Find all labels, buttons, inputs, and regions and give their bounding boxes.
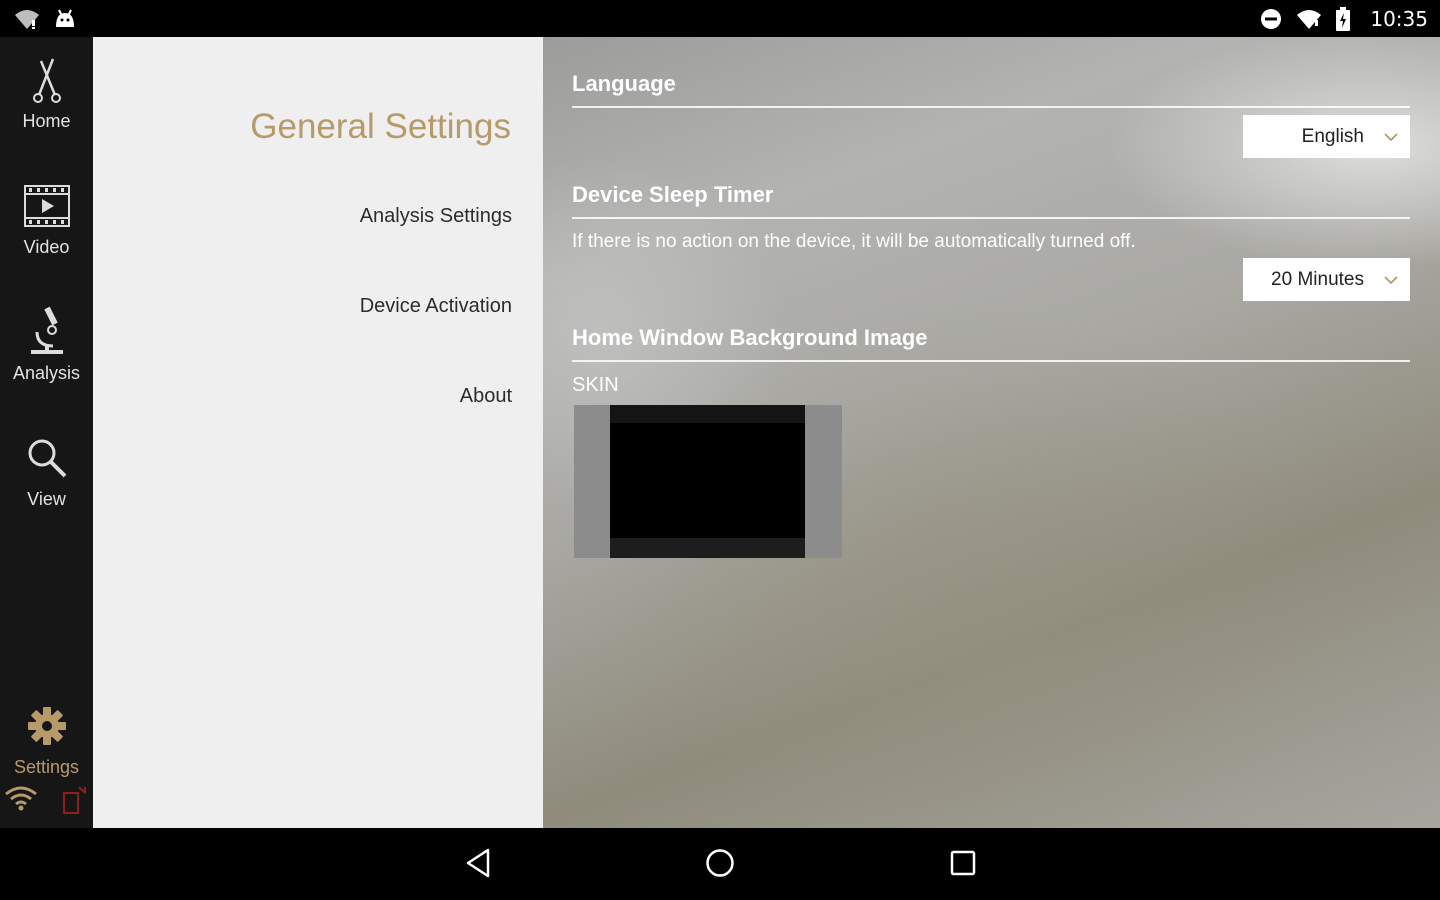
skin-preview-bottom-bar: [610, 538, 805, 558]
system-nav-bar: [0, 828, 1440, 900]
nav-label: Home: [22, 111, 71, 131]
battery-charging-icon: [1336, 6, 1351, 31]
nav-item-analysis[interactable]: Analysis: [0, 303, 93, 413]
skin-preview-screen: [610, 405, 805, 558]
recents-icon: [950, 850, 976, 881]
nav-label: Analysis: [12, 363, 81, 383]
home-circle-icon: [705, 848, 735, 883]
skin-thumbnail[interactable]: [574, 405, 842, 558]
menu-item-analysis-settings[interactable]: Analysis Settings: [360, 205, 512, 228]
nav-item-video[interactable]: Video: [0, 177, 93, 287]
status-left: [14, 8, 76, 30]
home-scissors-icon: [27, 51, 67, 109]
general-settings-content: Language English Device Sleep Timer If t…: [543, 37, 1440, 828]
android-icon: [54, 9, 76, 29]
language-select-value: English: [1301, 125, 1364, 147]
wifi-alert-icon: [14, 8, 40, 30]
sleep-timer-select-value: 20 Minutes: [1271, 268, 1364, 290]
settings-menu: General Settings Analysis Settings Devic…: [93, 37, 543, 828]
skin-label: SKIN: [572, 374, 619, 396]
app-root: 10:35 Home Video Analysis View Settings …: [0, 0, 1440, 900]
section-language-heading: Language: [572, 71, 1410, 108]
language-select[interactable]: English: [1243, 115, 1410, 158]
menu-title-general-settings[interactable]: General Settings: [250, 107, 511, 147]
gear-icon: [26, 697, 68, 755]
menu-item-device-activation[interactable]: Device Activation: [360, 295, 512, 318]
home-button[interactable]: [699, 844, 741, 886]
nav-item-home[interactable]: Home: [0, 51, 93, 161]
device-disconnected-icon: [61, 785, 89, 820]
do-not-disturb-icon: [1260, 8, 1282, 30]
search-icon: [25, 429, 69, 487]
section-background-heading: Home Window Background Image: [572, 325, 1410, 362]
nav-label: View: [27, 489, 66, 509]
recents-button[interactable]: [942, 844, 984, 886]
status-time: 10:35: [1370, 6, 1428, 31]
rail-status: [0, 785, 93, 820]
chevron-down-icon: [1384, 126, 1398, 148]
section-sleep-timer-heading: Device Sleep Timer: [572, 182, 1410, 219]
nav-rail: Home Video Analysis View Settings: [0, 37, 93, 828]
nav-item-view[interactable]: View: [0, 429, 93, 539]
chevron-down-icon: [1384, 269, 1398, 291]
wifi-icon: [4, 785, 38, 820]
nav-label: Settings: [13, 757, 80, 777]
sleep-timer-select[interactable]: 20 Minutes: [1243, 258, 1410, 301]
sleep-timer-description: If there is no action on the device, it …: [572, 231, 1136, 252]
back-icon: [465, 848, 491, 883]
film-icon: [23, 177, 71, 235]
wifi-icon: [1296, 8, 1322, 30]
microscope-icon: [25, 303, 69, 361]
menu-item-about[interactable]: About: [460, 385, 512, 408]
skin-preview-top-bar: [610, 405, 805, 423]
nav-label: Video: [23, 237, 70, 257]
status-right: 10:35: [1260, 6, 1428, 31]
status-bar: 10:35: [0, 0, 1440, 37]
back-button[interactable]: [457, 844, 499, 886]
